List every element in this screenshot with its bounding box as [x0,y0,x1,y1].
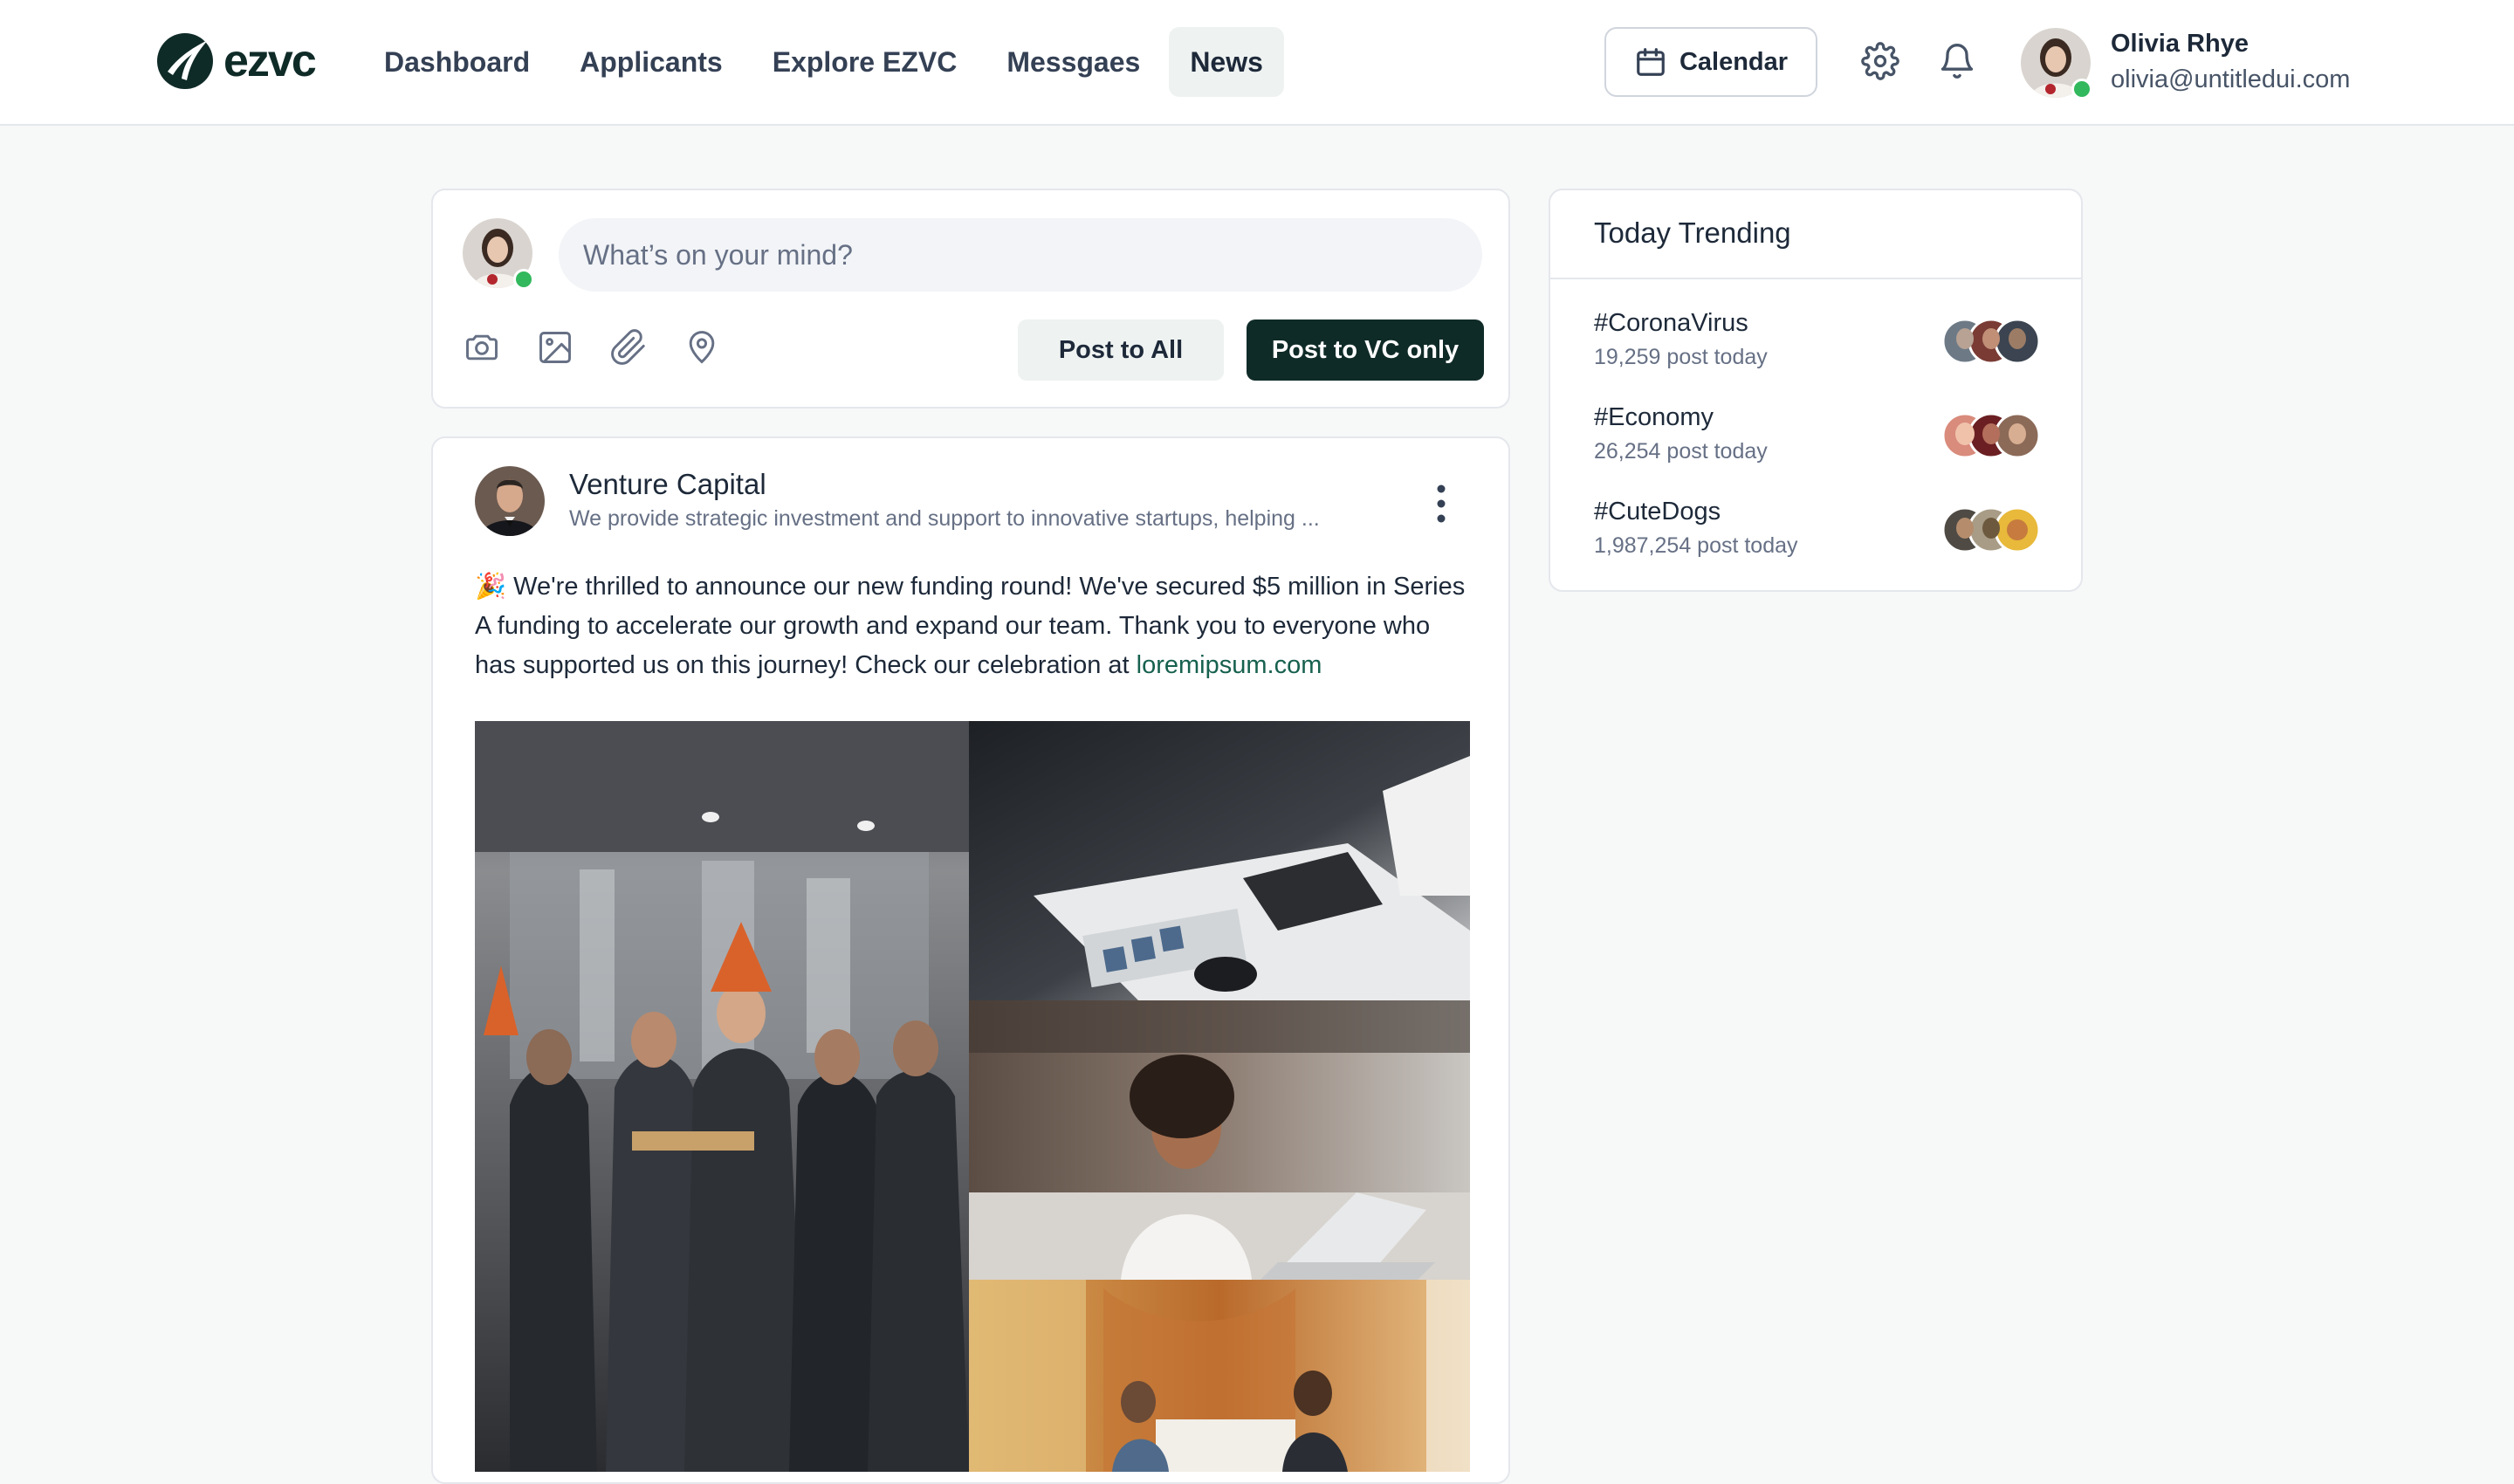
calendar-button[interactable]: Calendar [1604,27,1817,97]
trending-item[interactable]: #CoronaVirus 19,259 post today [1594,309,2048,388]
post-author-description: We provide strategic investment and supp… [569,506,1320,531]
trending-item[interactable]: #Economy 26,254 post today [1594,403,2048,482]
post-link[interactable]: loremipsum.com [1137,651,1322,679]
trending-title: Today Trending [1594,216,1791,249]
party-photo[interactable] [475,721,969,1472]
online-status-dot [2071,79,2092,100]
calendar-label: Calendar [1679,47,1789,76]
booth-meeting-photo[interactable] [969,1280,1470,1472]
user-name: Olivia Rhye [2111,30,2249,58]
post-composer: Post to All Post to VC only [431,189,1510,409]
trending-avatar-stack [1941,412,2041,459]
news-post: Venture Capital We provide strategic inv… [431,436,1510,1484]
more-options-icon[interactable] [1428,482,1454,526]
nav-applicants[interactable]: Applicants [559,27,744,97]
nav-explore[interactable]: Explore EZVC [752,27,979,97]
trending-avatar-stack [1941,506,2041,553]
party-emoji: 🎉 [475,573,507,601]
today-trending-panel: Today Trending #CoronaVirus 19,259 post … [1549,189,2083,592]
bell-icon[interactable] [1938,42,1976,80]
location-icon[interactable] [683,328,721,367]
online-status-dot [513,269,534,290]
post-input[interactable] [559,218,1482,292]
woman-laptop-photo[interactable] [969,1000,1470,1280]
post-to-vc-button[interactable]: Post to VC only [1247,319,1484,381]
camera-icon[interactable] [463,328,501,367]
main-nav: Dashboard Applicants Explore EZVC Messga… [363,27,1292,97]
divider [1550,278,2081,279]
trending-item[interactable]: #CuteDogs 1,987,254 post today [1594,498,2048,576]
post-image-gallery[interactable] [475,721,1470,1472]
attachment-icon[interactable] [609,328,648,367]
meeting-photo[interactable] [969,721,1470,1000]
nav-messages[interactable]: Messgaes [986,27,1161,97]
composer-avatar [463,218,534,290]
logo-icon [157,33,213,89]
calendar-icon [1637,48,1665,76]
post-text: 🎉 We're thrilled to announce our new fun… [475,567,1470,685]
post-to-all-button[interactable]: Post to All [1018,319,1224,381]
post-author-name[interactable]: Venture Capital [569,468,766,501]
user-email: olivia@untitledui.com [2111,65,2351,93]
trending-avatar-stack [1941,318,2041,365]
user-avatar[interactable] [2021,28,2092,100]
image-icon[interactable] [536,328,574,367]
nav-dashboard[interactable]: Dashboard [363,27,551,97]
brand-logo[interactable]: ezvc [155,31,317,91]
nav-news[interactable]: News [1169,27,1284,97]
gear-icon[interactable] [1861,42,1899,80]
top-navigation-bar: ezvc Dashboard Applicants Explore EZVC M… [0,0,2514,126]
brand-name: ezvc [223,36,317,86]
author-avatar[interactable] [475,466,545,536]
